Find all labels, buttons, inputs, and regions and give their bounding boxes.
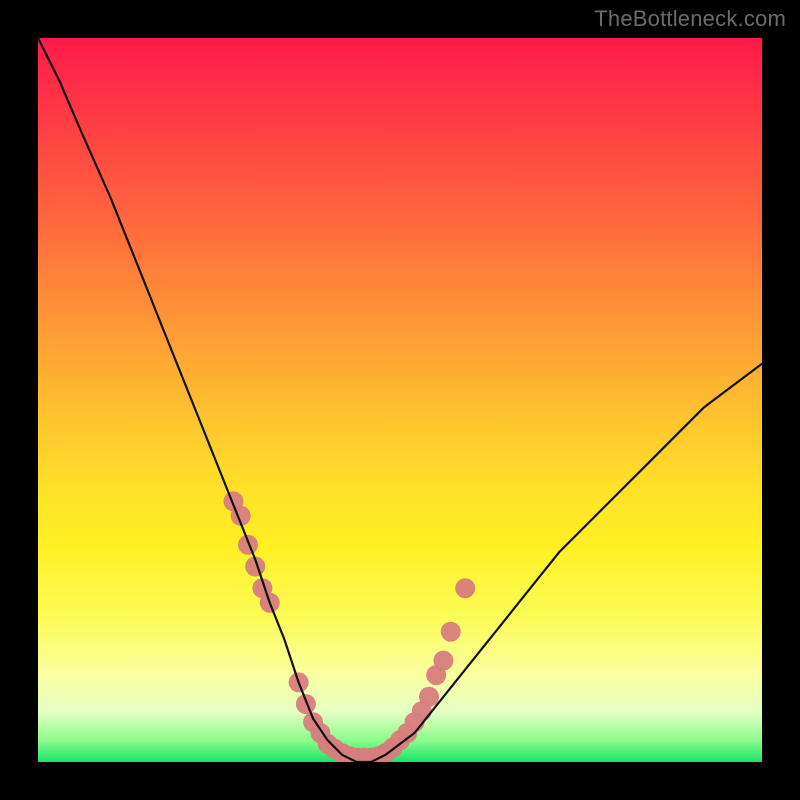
plot-background-gradient [38,38,762,762]
watermark-text: TheBottleneck.com [594,6,786,32]
chart-stage: TheBottleneck.com [0,0,800,800]
